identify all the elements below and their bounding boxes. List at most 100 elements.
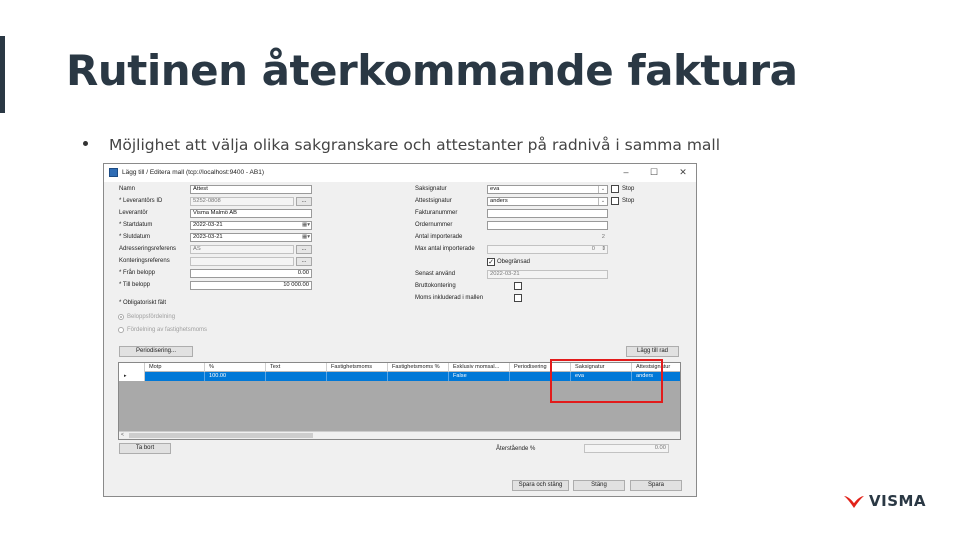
bruttokontering-label: Bruttokontering	[415, 283, 456, 289]
row-header[interactable]: ▸	[119, 372, 145, 381]
till-belopp-label: * Till belopp	[119, 282, 151, 288]
senast-anvand-label: Senast använd	[415, 271, 456, 277]
obegransad-checkbox[interactable]: ✓	[487, 258, 495, 266]
close-dialog-button[interactable]: Stäng	[573, 480, 625, 491]
grid-cell[interactable]: False	[449, 372, 510, 381]
startdatum-field[interactable]: 2022-03-21 ▦▾	[190, 221, 312, 230]
moms-inkluderad-checkbox[interactable]	[514, 294, 522, 302]
maximize-button[interactable]: ☐	[646, 166, 662, 179]
column-header[interactable]: %	[205, 363, 266, 372]
startdatum-label: * Startdatum	[119, 222, 153, 228]
leverantor-label: Leverantör	[119, 210, 148, 216]
app-icon	[109, 168, 118, 177]
column-header[interactable]: Fastighetsmoms	[327, 363, 388, 372]
delete-row-button[interactable]: Ta bort	[119, 443, 171, 454]
accent-bar	[0, 36, 5, 113]
periodisering-button[interactable]: Periodisering...	[119, 346, 193, 357]
moms-inkluderad-label: Moms inkluderad i mallen	[415, 295, 484, 301]
konteringsreferens-label: Konteringsreferens	[119, 258, 170, 264]
fastighetsmoms-radio[interactable]	[118, 327, 124, 333]
attestsignatur-label: Attestsignatur	[415, 198, 452, 204]
column-header[interactable]: Text	[266, 363, 327, 372]
saksignatur-stop-checkbox[interactable]	[611, 185, 619, 193]
visma-mark-icon	[844, 495, 864, 508]
ordernummer-label: Ordernummer	[415, 222, 453, 228]
slutdatum-value: 2023-03-21	[193, 234, 223, 240]
beloppsfordelning-radio[interactable]	[118, 314, 124, 320]
column-header[interactable]: Motp	[145, 363, 205, 372]
leverantor-field[interactable]: Visma Malmö AB	[190, 209, 312, 218]
attestsignatur-stop-checkbox[interactable]	[611, 197, 619, 205]
adresseringsreferens-label: Adresseringsreferens	[119, 246, 177, 252]
konteringsreferens-field[interactable]	[190, 257, 294, 266]
scroll-left-icon[interactable]: <	[121, 432, 124, 439]
adresseringsreferens-lookup-button[interactable]: ...	[296, 245, 312, 254]
bullet-item: Möjlighet att välja olika sakgranskare o…	[83, 136, 720, 154]
fakturanummer-field[interactable]	[487, 209, 608, 218]
max-antal-value: 0	[591, 246, 595, 252]
spinner-icon[interactable]: ⇕	[601, 246, 606, 253]
add-row-button[interactable]: Lägg till rad	[626, 346, 679, 357]
antal-importerade-value: 2	[601, 234, 605, 240]
bruttokontering-checkbox[interactable]	[514, 282, 522, 290]
save-button[interactable]: Spara	[630, 480, 682, 491]
fastighetsmoms-label: Fördelning av fastighetsmoms	[127, 327, 208, 333]
saksignatur-label: Saksignatur	[415, 186, 447, 192]
max-antal-field[interactable]: 0 ⇕	[487, 245, 608, 254]
namn-field[interactable]: Attest	[190, 185, 312, 194]
chevron-down-icon[interactable]: ⌄	[598, 186, 607, 193]
grid-cell[interactable]	[388, 372, 449, 381]
grid-cell[interactable]	[266, 372, 327, 381]
calendar-icon[interactable]: ▦▾	[302, 234, 310, 241]
highlight-box	[550, 359, 663, 403]
obegransad-label: Obegränsad	[497, 259, 531, 265]
visma-wordmark: VISMA	[869, 492, 927, 510]
slutdatum-field[interactable]: 2023-03-21 ▦▾	[190, 233, 312, 242]
slutdatum-label: * Slutdatum	[119, 234, 151, 240]
column-header[interactable]: Exklusiv momsal...	[449, 363, 510, 372]
bullet-dot	[83, 141, 88, 146]
attestsignatur-stop-label: Stop	[622, 198, 635, 204]
fran-belopp-field[interactable]: 0.00	[190, 269, 312, 278]
saksignatur-value: eva	[490, 186, 500, 192]
leverantors-id-label: * Leverantörs ID	[119, 198, 163, 204]
konteringsreferens-lookup-button[interactable]: ...	[296, 257, 312, 266]
close-button[interactable]: ✕	[675, 166, 691, 179]
save-and-close-button[interactable]: Spara och stäng	[512, 480, 569, 491]
ordernummer-field[interactable]	[487, 221, 608, 230]
attestsignatur-value: anders	[490, 198, 508, 204]
aterstaende-field: 0.00	[584, 444, 669, 453]
fran-belopp-label: * Från belopp	[119, 270, 156, 276]
aterstaende-label: Återstående %	[496, 446, 536, 452]
attestsignatur-dropdown[interactable]: anders ⌄	[487, 197, 608, 206]
calendar-icon[interactable]: ▦▾	[302, 222, 310, 229]
minimize-button[interactable]: –	[618, 166, 634, 179]
grid-cell[interactable]: 100.00	[205, 372, 266, 381]
grid-cell[interactable]	[145, 372, 205, 381]
adresseringsreferens-field[interactable]: AS	[190, 245, 294, 254]
scrollbar-thumb[interactable]	[129, 433, 313, 438]
row-header-corner	[119, 363, 145, 372]
chevron-down-icon[interactable]: ⌄	[598, 198, 607, 205]
current-row-icon: ▸	[124, 373, 127, 379]
fakturanummer-label: Fakturanummer	[415, 210, 458, 216]
leverantors-id-lookup-button[interactable]: ...	[296, 197, 312, 206]
beloppsfordelning-label: Beloppsfördelning	[127, 314, 176, 320]
dialog-titlebar: Lägg till / Editera mall (tcp://localhos…	[104, 164, 696, 182]
senast-anvand-field: 2022-03-21	[487, 270, 608, 279]
saksignatur-stop-label: Stop	[622, 186, 635, 192]
template-dialog: Lägg till / Editera mall (tcp://localhos…	[103, 163, 697, 497]
obligatoriskt-note: * Obligatoriskt fält	[119, 300, 167, 306]
startdatum-value: 2022-03-21	[193, 222, 223, 228]
namn-label: Namn	[119, 186, 136, 192]
saksignatur-dropdown[interactable]: eva ⌄	[487, 185, 608, 194]
leverantors-id-field[interactable]: 5252-0808	[190, 197, 294, 206]
bullet-text: Möjlighet att välja olika sakgranskare o…	[109, 136, 721, 154]
slide-title: Rutinen återkommande faktura	[66, 46, 798, 95]
antal-importerade-label: Antal importerade	[415, 234, 463, 240]
column-header[interactable]: Fastighetsmoms %	[388, 363, 449, 372]
horizontal-scrollbar[interactable]: <	[119, 431, 680, 439]
till-belopp-field[interactable]: 10 000.00	[190, 281, 312, 290]
grid-cell[interactable]	[327, 372, 388, 381]
dialog-title: Lägg till / Editera mall (tcp://localhos…	[122, 169, 264, 176]
